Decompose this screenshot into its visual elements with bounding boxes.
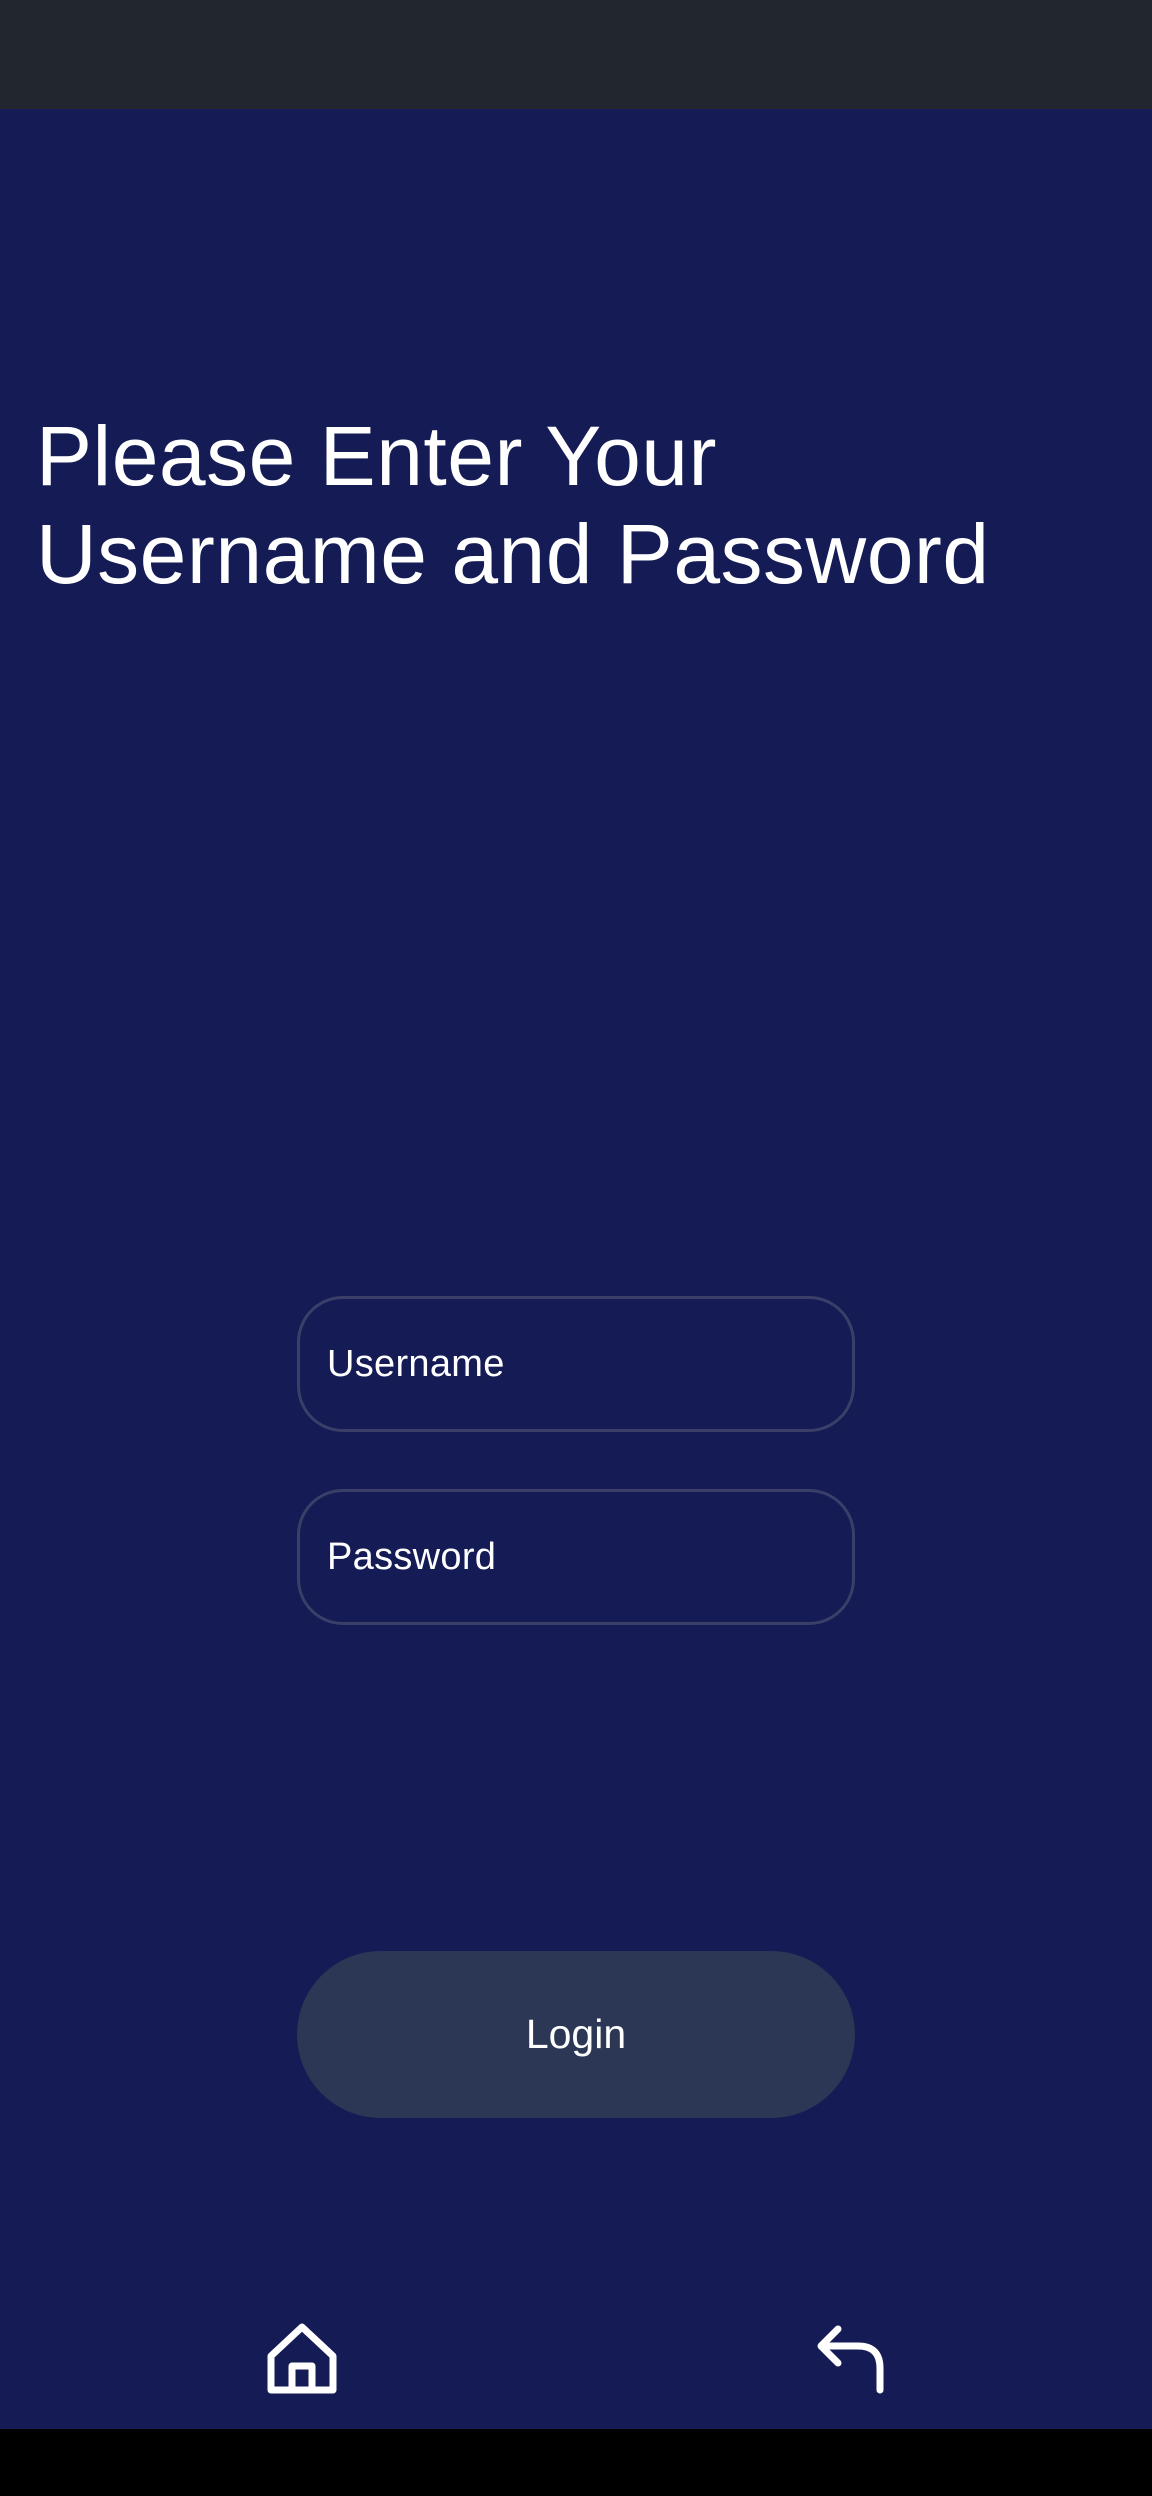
password-placeholder: Password [327,1535,497,1578]
password-field[interactable]: Password [297,1489,855,1625]
username-field[interactable]: Username [297,1296,855,1432]
home-icon[interactable] [262,2318,342,2398]
login-button[interactable]: Login [297,1951,855,2118]
page-title: Please Enter Your Username and Password [36,409,990,601]
username-placeholder: Username [327,1342,505,1385]
status-bar [0,0,1152,109]
back-arrow-icon[interactable] [810,2318,890,2398]
bottom-bar [0,2429,1152,2496]
login-button-label: Login [525,2011,627,2057]
